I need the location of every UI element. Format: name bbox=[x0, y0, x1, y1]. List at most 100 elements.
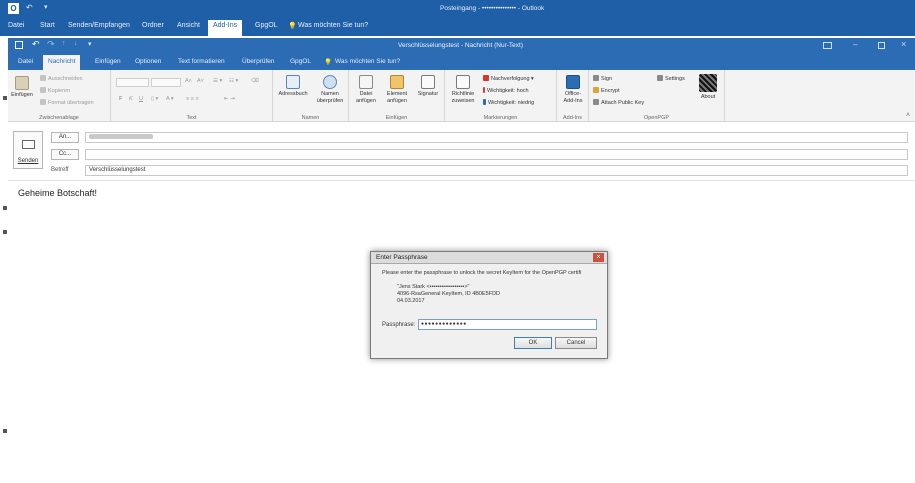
indent-icon[interactable]: ⇤ ⇥ bbox=[224, 96, 235, 102]
tab-gpgol[interactable]: GpgOL bbox=[290, 58, 311, 65]
minimize-icon[interactable]: – bbox=[853, 40, 857, 49]
tab-senden-empfangen[interactable]: Senden/Empfangen bbox=[68, 22, 130, 29]
format-painter-label: Format übertragen bbox=[48, 100, 94, 106]
encrypt-label: Encrypt bbox=[601, 88, 620, 94]
send-label: Senden bbox=[17, 158, 39, 164]
cc-button[interactable]: Cc... bbox=[51, 149, 79, 160]
office-addins-icon bbox=[566, 75, 580, 89]
clear-format-icon[interactable]: ⌫ bbox=[251, 78, 259, 84]
pen-icon bbox=[593, 75, 599, 81]
tab-text-formatieren[interactable]: Text formatieren bbox=[178, 58, 225, 65]
low-importance-button[interactable]: Wichtigkeit: niedrig bbox=[483, 99, 534, 106]
numbering-icon[interactable]: ☷ ▾ bbox=[229, 78, 238, 84]
highlight-icon[interactable]: ▯ ▾ bbox=[151, 96, 158, 102]
paperclip-icon bbox=[359, 75, 373, 89]
settings-label: Settings bbox=[665, 76, 685, 82]
paste-label: Einfügen bbox=[11, 92, 33, 98]
tab-datei[interactable]: Datei bbox=[8, 22, 24, 29]
subject-field[interactable]: Verschlüsselungstest bbox=[85, 165, 908, 176]
group-label-openpgp: OpenPGP bbox=[643, 115, 670, 121]
key-info: 4096-RsaGeneral KeyItem, ID 4B0E5FDD bbox=[397, 291, 501, 297]
message-ribbon-tabs: Datei Nachricht Einfügen Optionen Text f… bbox=[8, 54, 915, 70]
tab-einfuegen[interactable]: Einfügen bbox=[95, 58, 121, 65]
high-importance-button[interactable]: Wichtigkeit: hoch bbox=[483, 87, 529, 94]
collapse-ribbon-icon[interactable]: ˄ bbox=[906, 112, 910, 119]
copy-label: Kopieren bbox=[48, 88, 71, 94]
dialog-close-icon[interactable]: × bbox=[593, 253, 604, 262]
message-header: Senden An... Cc... Betreff Verschlüsselu… bbox=[8, 123, 915, 181]
undo-icon[interactable]: ↶ bbox=[32, 39, 40, 50]
office-addins-button[interactable]: Office- Add-Ins bbox=[559, 75, 587, 105]
down-arrow-icon bbox=[483, 99, 486, 105]
qat-dropdown-icon[interactable]: ▾ bbox=[44, 3, 48, 11]
address-book-button[interactable]: Adressbuch bbox=[276, 75, 310, 98]
tab-optionen[interactable]: Optionen bbox=[135, 58, 161, 65]
bullets-icon[interactable]: ☰ ▾ bbox=[213, 78, 222, 84]
bold-button[interactable]: F bbox=[119, 96, 122, 102]
up-arrow-icon[interactable]: ↑ bbox=[62, 40, 66, 47]
tab-ansicht[interactable]: Ansicht bbox=[177, 22, 200, 29]
attach-file-button[interactable]: Datei anfügen bbox=[352, 75, 380, 105]
message-window-title: Verschlüsselungstest - Nachricht (Nur-Te… bbox=[398, 42, 523, 49]
tab-start[interactable]: Start bbox=[40, 22, 55, 29]
tab-add-ins[interactable]: Add-Ins bbox=[208, 20, 243, 36]
save-icon[interactable] bbox=[15, 41, 23, 49]
close-icon[interactable]: × bbox=[901, 39, 906, 49]
down-arrow-icon[interactable]: ↓ bbox=[74, 40, 78, 47]
sign-button[interactable]: Sign bbox=[593, 75, 612, 82]
brush-icon bbox=[40, 99, 46, 105]
shrink-font-icon[interactable]: A˅ bbox=[197, 78, 204, 84]
dialog-title: Enter Passphrase bbox=[376, 254, 428, 261]
grow-font-icon[interactable]: A˄ bbox=[185, 78, 192, 84]
to-button[interactable]: An... bbox=[51, 132, 79, 143]
signature-button[interactable]: Signatur bbox=[414, 75, 442, 98]
check-names-label-1: Namen bbox=[321, 91, 339, 97]
check-names-button[interactable]: Namen überprüfen bbox=[313, 75, 347, 105]
policy-icon bbox=[456, 75, 470, 89]
cancel-button[interactable]: Cancel bbox=[555, 337, 597, 349]
ribbon-display-icon[interactable] bbox=[823, 42, 832, 49]
left-edge-marker bbox=[3, 206, 7, 210]
group-label-addins: Add-Ins bbox=[563, 115, 582, 121]
to-field[interactable] bbox=[85, 132, 908, 143]
envelope-icon bbox=[390, 75, 404, 89]
tab-ordner[interactable]: Ordner bbox=[142, 22, 164, 29]
format-painter-button[interactable]: Format übertragen bbox=[40, 99, 94, 106]
attach-item-button[interactable]: Element anfügen bbox=[382, 75, 412, 105]
qat-dropdown-icon[interactable]: ▾ bbox=[88, 40, 92, 48]
encrypt-button[interactable]: Encrypt bbox=[593, 87, 620, 94]
passphrase-input[interactable]: ●●●●●●●●●●●●● bbox=[418, 319, 597, 330]
tell-me-search[interactable]: Was möchten Sie tun? bbox=[298, 22, 368, 29]
assign-policy-button[interactable]: Richtlinie zuweisen bbox=[448, 75, 478, 105]
cut-button[interactable]: Ausschneiden bbox=[40, 75, 83, 82]
paste-button[interactable]: Einfügen bbox=[10, 76, 34, 99]
group-clipboard: Einfügen Ausschneiden Kopieren Format üb… bbox=[8, 70, 111, 122]
italic-button[interactable]: K bbox=[129, 96, 133, 102]
attach-public-key-button[interactable]: Attach Public Key bbox=[593, 99, 644, 106]
tell-me-search[interactable]: Was möchten Sie tun? bbox=[335, 58, 400, 65]
maximize-icon[interactable] bbox=[878, 42, 885, 49]
align-icon[interactable]: ≡ ≡ ≡ bbox=[186, 96, 199, 102]
redo-icon[interactable]: ↷ bbox=[47, 39, 55, 50]
underline-button[interactable]: U bbox=[139, 96, 143, 102]
signature-label: Signatur bbox=[417, 91, 439, 97]
font-family-select[interactable] bbox=[116, 78, 149, 87]
send-button[interactable]: Senden bbox=[13, 131, 43, 169]
tab-ueberpruefen[interactable]: Überprüfen bbox=[242, 58, 275, 65]
about-button[interactable]: About bbox=[695, 74, 721, 101]
ok-button[interactable]: OK bbox=[514, 337, 552, 349]
font-size-select[interactable] bbox=[151, 78, 181, 87]
font-color-icon[interactable]: A ▾ bbox=[166, 96, 174, 102]
assign-policy-label-1: Richtlinie bbox=[451, 91, 475, 97]
follow-up-button[interactable]: Nachverfolgung ▾ bbox=[483, 75, 534, 82]
copy-button[interactable]: Kopieren bbox=[40, 87, 70, 94]
high-importance-label: Wichtigkeit: hoch bbox=[487, 88, 529, 94]
tab-nachricht[interactable]: Nachricht bbox=[43, 55, 81, 70]
settings-button[interactable]: Settings bbox=[657, 75, 685, 82]
cc-field[interactable] bbox=[85, 149, 908, 160]
tab-datei[interactable]: Datei bbox=[18, 58, 33, 65]
undo-icon[interactable]: ↶ bbox=[26, 3, 33, 12]
to-recipient-redacted bbox=[89, 133, 153, 139]
message-title-bar: ↶ ↷ ↑ ↓ ▾ Verschlüsselungstest - Nachric… bbox=[8, 38, 915, 54]
tab-gpgol[interactable]: GpgOL bbox=[255, 22, 278, 29]
